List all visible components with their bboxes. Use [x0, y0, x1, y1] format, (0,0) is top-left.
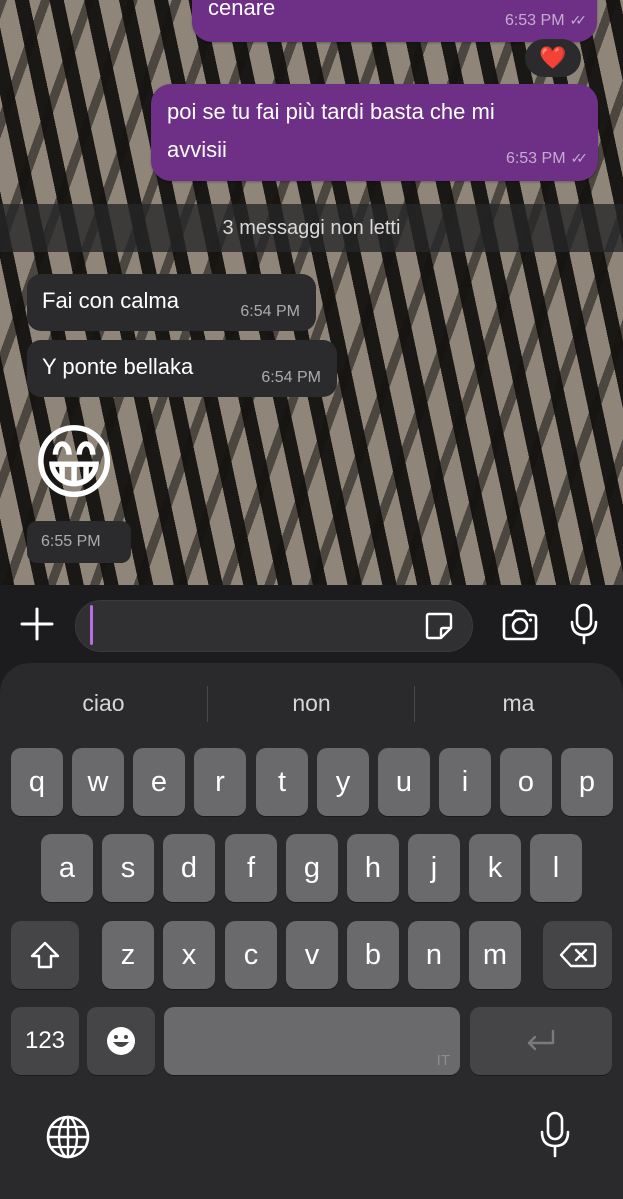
sticker-icon[interactable] — [423, 610, 455, 642]
camera-icon[interactable] — [500, 606, 540, 644]
incoming-message[interactable]: Y ponte bellaka 6:54 PM — [27, 340, 337, 397]
text-caret — [90, 605, 93, 645]
key-s[interactable]: s — [102, 834, 154, 902]
message-text: cenare — [208, 0, 276, 20]
reaction-emoji: ❤️ — [539, 45, 567, 70]
microphone-icon[interactable] — [568, 602, 600, 646]
key-v[interactable]: v — [286, 921, 338, 989]
return-icon — [527, 1029, 555, 1051]
message-time: 6:54 PM — [240, 303, 300, 320]
key-t[interactable]: t — [256, 748, 308, 816]
key-e[interactable]: e — [133, 748, 185, 816]
outgoing-message-partial[interactable]: cenare 6:53 PM ✓✓ — [192, 0, 597, 42]
key-l[interactable]: l — [530, 834, 582, 902]
key-h[interactable]: h — [347, 834, 399, 902]
double-check-icon: ✓✓ — [569, 12, 588, 28]
message-text: Fai con calma — [42, 288, 179, 313]
backspace-icon — [559, 942, 596, 968]
key-o[interactable]: o — [500, 748, 552, 816]
plus-icon[interactable] — [18, 605, 56, 643]
key-q[interactable]: q — [11, 748, 63, 816]
key-z[interactable]: z — [102, 921, 154, 989]
key-b[interactable]: b — [347, 921, 399, 989]
emoji-message[interactable]: 😁 — [26, 416, 122, 512]
outgoing-message[interactable]: poi se tu fai più tardi basta che mi avv… — [151, 84, 598, 181]
message-meta: 6:53 PM ✓✓ — [504, 12, 588, 30]
suggestion-3[interactable]: ma — [415, 690, 622, 720]
message-time: 6:53 PM — [505, 150, 566, 167]
message-input[interactable] — [75, 600, 473, 652]
emoji-key[interactable] — [87, 1007, 155, 1075]
key-w[interactable]: w — [72, 748, 124, 816]
message-meta: 6:53 PM ✓✓ — [505, 150, 589, 168]
key-r[interactable]: r — [194, 748, 246, 816]
key-j[interactable]: j — [408, 834, 460, 902]
key-d[interactable]: d — [163, 834, 215, 902]
grinning-face-emoji: 😁 — [31, 418, 117, 509]
message-time: 6:53 PM — [504, 12, 565, 29]
emoji-icon — [107, 1027, 135, 1055]
globe-icon[interactable] — [45, 1114, 91, 1160]
double-check-icon: ✓✓ — [570, 150, 589, 166]
key-m[interactable]: m — [469, 921, 521, 989]
shift-key[interactable] — [11, 921, 79, 989]
chat-area[interactable]: cenare 6:53 PM ✓✓ ❤️ poi se tu fai più ta… — [0, 0, 623, 585]
dictation-icon[interactable] — [537, 1110, 573, 1160]
suggestion-1[interactable]: ciao — [0, 690, 207, 720]
key-n[interactable]: n — [408, 921, 460, 989]
incoming-message[interactable]: Fai con calma 6:54 PM — [27, 274, 316, 331]
key-k[interactable]: k — [469, 834, 521, 902]
language-indicator: IT — [436, 1052, 450, 1069]
message-text-line2: avvisii — [167, 137, 227, 162]
suggestion-2[interactable]: non — [208, 690, 415, 720]
message-time: 6:55 PM — [41, 533, 101, 550]
message-time: 6:54 PM — [261, 369, 321, 386]
key-u[interactable]: u — [378, 748, 430, 816]
backspace-key[interactable] — [543, 921, 612, 989]
key-g[interactable]: g — [286, 834, 338, 902]
key-a[interactable]: a — [41, 834, 93, 902]
key-c[interactable]: c — [225, 921, 277, 989]
space-key[interactable]: IT — [164, 1007, 460, 1075]
unread-label: 3 messaggi non letti — [222, 216, 401, 239]
key-p[interactable]: p — [561, 748, 613, 816]
unread-separator: 3 messaggi non letti — [0, 204, 623, 252]
heart-reaction[interactable]: ❤️ — [525, 39, 581, 77]
message-text-line1: poi se tu fai più tardi basta che mi — [167, 99, 495, 124]
numbers-key[interactable]: 123 — [11, 1007, 79, 1075]
key-x[interactable]: x — [163, 921, 215, 989]
emoji-timestamp: 6:55 PM — [27, 521, 131, 563]
message-text: Y ponte bellaka — [42, 354, 194, 379]
return-key[interactable] — [470, 1007, 612, 1075]
key-y[interactable]: y — [317, 748, 369, 816]
numbers-key-label: 123 — [24, 1027, 66, 1054]
key-f[interactable]: f — [225, 834, 277, 902]
key-i[interactable]: i — [439, 748, 491, 816]
shift-icon — [30, 941, 60, 969]
